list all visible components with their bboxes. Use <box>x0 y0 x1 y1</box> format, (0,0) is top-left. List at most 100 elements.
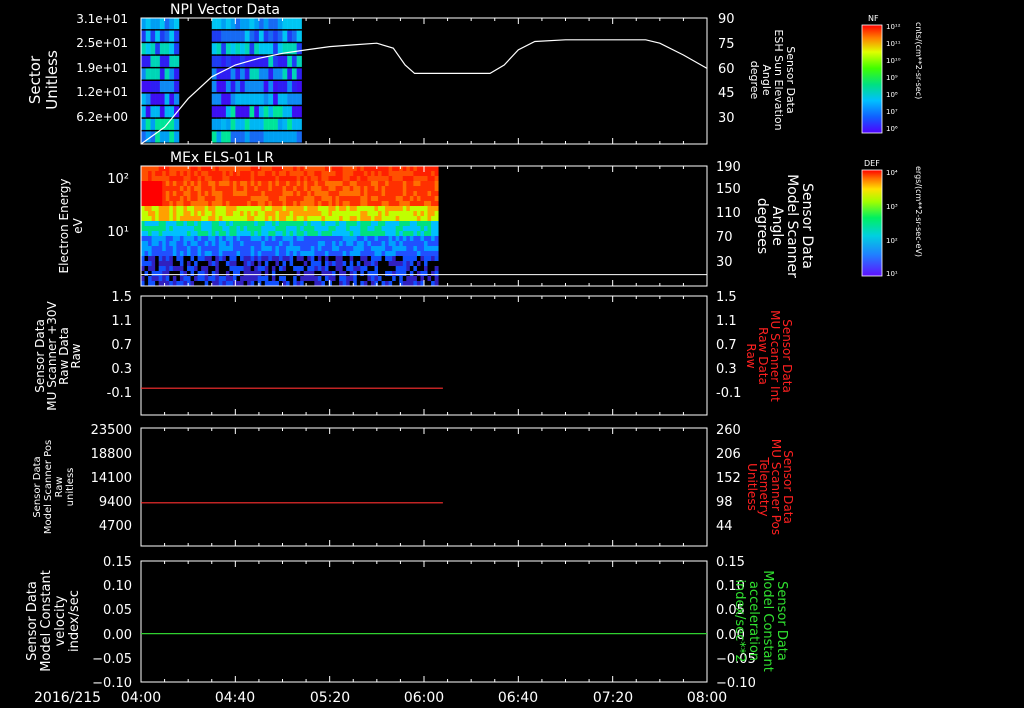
heatmap-cell <box>141 271 145 277</box>
heatmap-cell <box>159 43 166 55</box>
heatmap-cell <box>413 186 418 192</box>
els-colorbar-title: DEF <box>864 159 880 168</box>
heatmap-cell <box>300 201 305 207</box>
heatmap-cell <box>268 55 274 67</box>
heatmap-cell <box>367 181 372 187</box>
heatmap-cell <box>416 166 421 172</box>
heatmap-cell <box>424 276 428 282</box>
heatmap-cell <box>303 201 308 207</box>
heatmap-cell <box>204 186 209 192</box>
heatmap-cell <box>172 206 177 212</box>
heatmap-cell <box>303 266 308 272</box>
heatmap-cell <box>328 261 333 267</box>
heatmap-cell <box>229 246 234 252</box>
heatmap-cell <box>165 276 170 282</box>
heatmap-cell <box>370 186 375 192</box>
heatmap-cell <box>416 231 421 237</box>
heatmap-cell <box>370 206 375 212</box>
heatmap-cell <box>328 206 333 212</box>
heatmap-cell <box>268 206 273 212</box>
heatmap-cell <box>278 201 283 207</box>
heatmap-cell <box>307 171 312 177</box>
heatmap-cell <box>240 181 244 187</box>
heatmap-cell <box>235 118 241 130</box>
heatmap-cell <box>144 196 149 202</box>
heatmap-cell <box>349 241 354 247</box>
heatmap-cell <box>346 251 351 257</box>
heatmap-cell <box>155 246 160 252</box>
heatmap-cell <box>211 93 217 105</box>
heatmap-cell <box>158 176 163 182</box>
heatmap-cell <box>402 216 407 222</box>
heatmap-cell <box>346 171 351 177</box>
heatmap-cell <box>257 201 262 207</box>
heatmap-cell <box>317 226 322 232</box>
heatmap-cell <box>232 246 237 252</box>
heatmap-cell <box>240 256 244 262</box>
heatmap-cell <box>328 196 333 202</box>
heatmap-cell <box>339 206 344 212</box>
heatmap-cell <box>310 251 315 257</box>
heatmap-cell <box>321 271 326 277</box>
heatmap-cell <box>204 241 209 247</box>
heatmap-cell <box>250 186 255 192</box>
heatmap-cell <box>335 181 340 187</box>
heatmap-cell <box>264 241 269 247</box>
heatmap-cell <box>356 206 361 212</box>
x-tick-label: 08:00 <box>687 690 727 706</box>
heatmap-cell <box>339 246 344 252</box>
heatmap-cell <box>307 261 312 267</box>
heatmap-cell <box>424 236 428 242</box>
heatmap-cell <box>324 216 329 222</box>
heatmap-cell <box>225 266 230 272</box>
heatmap-cell <box>197 201 202 207</box>
heatmap-cell <box>406 236 411 242</box>
heatmap-cell <box>378 181 382 187</box>
heatmap-cell <box>296 251 301 257</box>
heatmap-cell <box>409 216 414 222</box>
heatmap-cell <box>261 236 266 242</box>
heatmap-cell <box>291 81 298 93</box>
heatmap-cell <box>204 251 209 257</box>
heatmap-cell <box>141 211 145 217</box>
heatmap-cell <box>317 241 322 247</box>
heatmap-cell <box>353 181 358 187</box>
heatmap-cell <box>155 271 160 277</box>
heatmap-cell <box>291 55 298 67</box>
heatmap-cell <box>275 201 280 207</box>
heatmap-cell <box>264 266 269 272</box>
heatmap-cell <box>349 256 354 262</box>
heatmap-cell <box>243 196 248 202</box>
heatmap-cell <box>300 211 305 217</box>
heatmap-cell <box>257 231 262 237</box>
heatmap-cell <box>169 211 174 217</box>
heatmap-cell <box>321 241 326 247</box>
heatmap-cell <box>194 181 198 187</box>
heatmap-cell <box>254 201 259 207</box>
heatmap-cell <box>247 196 252 202</box>
heatmap-cell <box>392 276 397 282</box>
heatmap-cell <box>264 166 269 172</box>
heatmap-cell <box>416 251 421 257</box>
heatmap-cell <box>215 241 220 247</box>
heatmap-cell <box>395 181 400 187</box>
heatmap-cell <box>378 171 382 177</box>
heatmap-cell <box>427 231 432 237</box>
npi-ytick: 3.1e+01 <box>76 12 128 26</box>
heatmap-cell <box>289 166 294 172</box>
heatmap-cell <box>427 206 432 212</box>
heatmap-cell <box>151 216 156 222</box>
heatmap-cell <box>296 68 302 80</box>
heatmap-cell <box>328 216 333 222</box>
heatmap-cell <box>190 196 195 202</box>
heatmap-cell <box>307 186 312 192</box>
heatmap-cell <box>225 166 230 172</box>
heatmap-cell <box>211 216 216 222</box>
heatmap-cell <box>230 106 236 118</box>
heatmap-cell <box>229 231 234 237</box>
heatmap-cell <box>385 236 390 242</box>
heatmap-cell <box>221 93 227 105</box>
heatmap-cell <box>208 276 213 282</box>
heatmap-cell <box>162 196 167 202</box>
heatmap-cell <box>150 93 156 105</box>
